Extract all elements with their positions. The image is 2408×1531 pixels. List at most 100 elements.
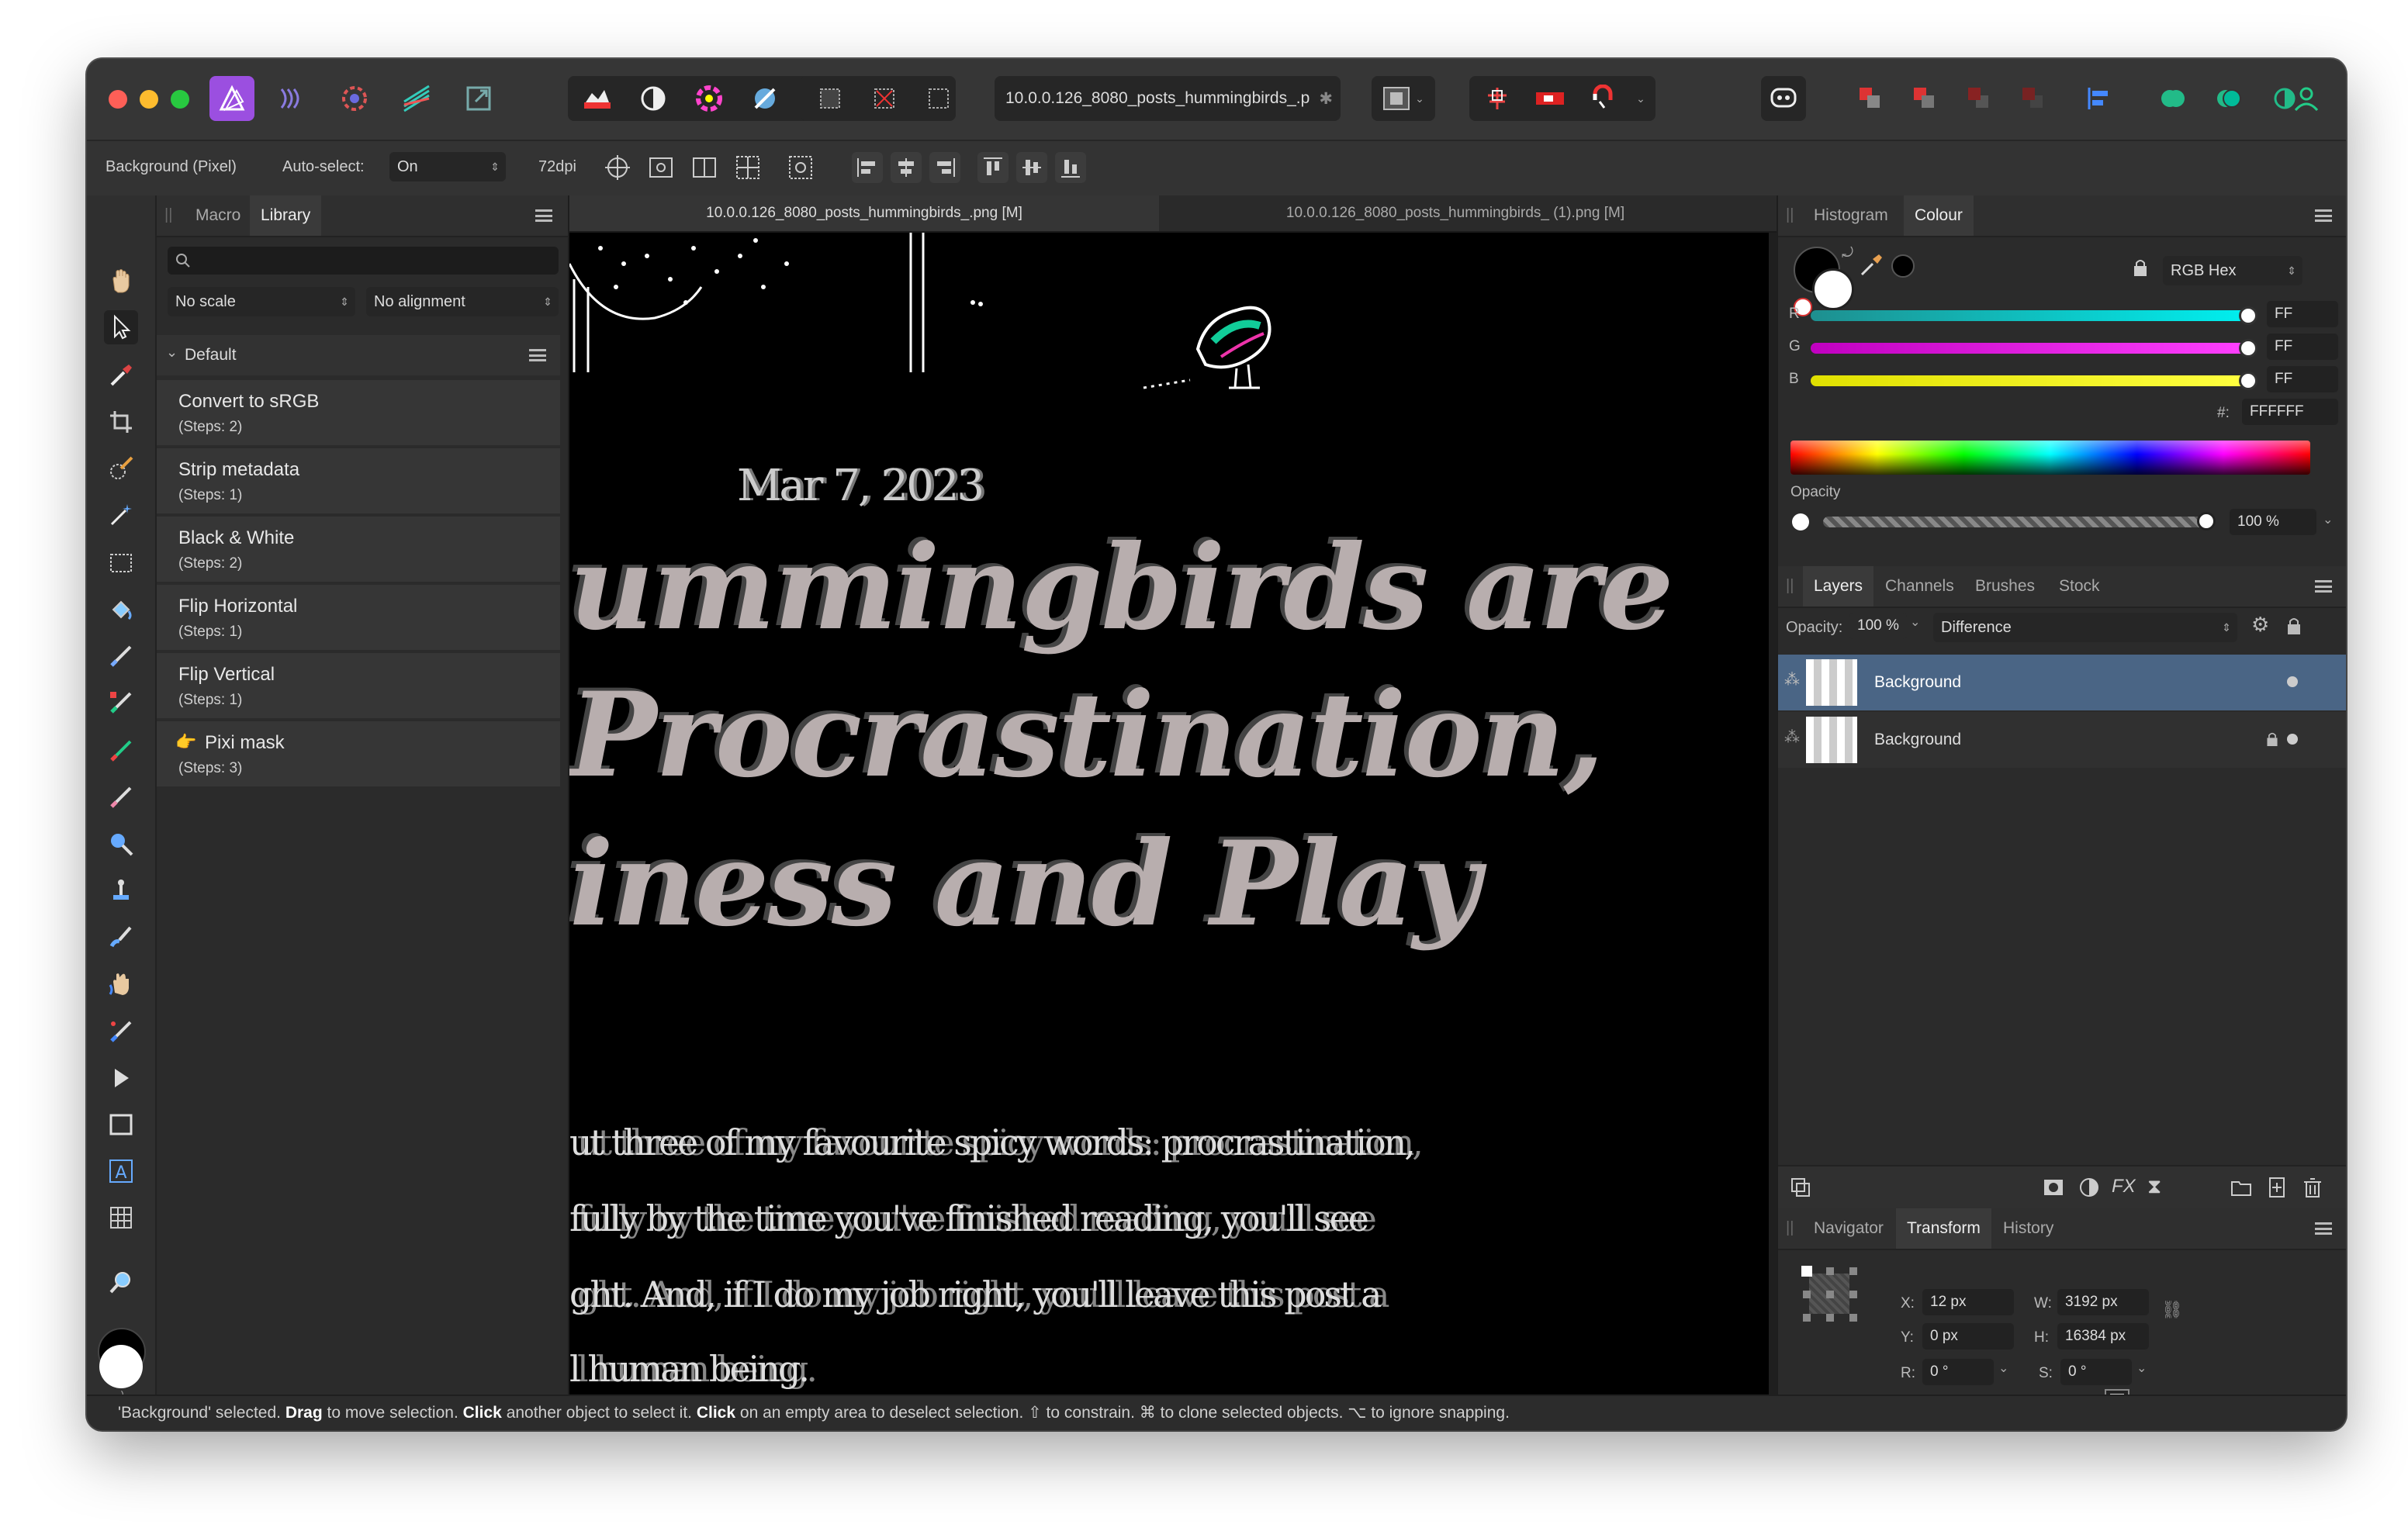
search-input[interactable] <box>168 247 559 275</box>
panel-menu-icon[interactable] <box>2315 580 2332 593</box>
panel-menu-icon[interactable] <box>535 209 552 222</box>
document-tab[interactable]: 10.0.0.126_8080_posts_hummingbirds_.png … <box>569 195 1159 231</box>
dodge-tool-icon[interactable] <box>104 827 138 861</box>
clone-brush-tool-icon[interactable] <box>104 873 138 907</box>
auto-select-dropdown[interactable]: On ⇕ <box>389 152 506 181</box>
anchor-selector[interactable] <box>1801 1266 1857 1322</box>
layer-visibility-dot[interactable] <box>2287 676 2298 687</box>
panel-menu-icon[interactable] <box>2315 209 2332 222</box>
assistant-button[interactable] <box>1761 76 1806 121</box>
anchor-bottom-left[interactable] <box>1803 1314 1811 1322</box>
show-bounding-box-icon[interactable] <box>645 152 676 183</box>
macro-group-header[interactable]: ⌄ Default <box>157 335 560 375</box>
document-canvas[interactable]: Mar 7, 2023 ummingbirds are Procrastinat… <box>569 233 1769 1394</box>
channel-g-slider[interactable] <box>1811 343 2250 354</box>
channel-b-slider[interactable] <box>1811 375 2250 386</box>
smudge-tool-icon[interactable] <box>104 966 138 1001</box>
colour-mode-dropdown[interactable]: RGB Hex ⇕ <box>2163 256 2302 285</box>
channel-b-value[interactable]: FF <box>2267 366 2338 392</box>
colour-swatch-secondary[interactable] <box>99 1345 143 1388</box>
align-right-icon[interactable] <box>929 152 960 183</box>
pixel-tool-icon[interactable] <box>104 686 138 720</box>
layer-grip-icon[interactable]: ⁂ <box>1784 727 1800 747</box>
magnet-icon[interactable] <box>1581 76 1624 121</box>
panel-menu-icon[interactable] <box>2315 1222 2332 1235</box>
tab-transform[interactable]: Transform <box>1896 1208 1991 1249</box>
alignment-dropdown[interactable]: No alignment ⇕ <box>366 287 559 316</box>
tab-library[interactable]: Library <box>250 195 322 236</box>
align-middle-icon[interactable] <box>1016 152 1047 183</box>
liquify-persona-icon[interactable] <box>270 76 315 121</box>
lock-icon[interactable] <box>2132 257 2149 278</box>
document-title-field[interactable]: 10.0.0.126_8080_posts_hummingbirds_.p ✱ <box>995 76 1341 121</box>
close-window-button[interactable] <box>109 90 127 109</box>
boolean-add-icon[interactable] <box>2150 76 2195 121</box>
tab-macro[interactable]: Macro <box>185 195 251 236</box>
boolean-subtract-icon[interactable] <box>2206 76 2251 121</box>
chevron-down-icon[interactable]: ⌄ <box>2323 512 2333 527</box>
h-field[interactable]: 16384 px <box>2057 1323 2149 1350</box>
dpi-label[interactable]: 72dpi <box>538 158 576 176</box>
snapping-icon[interactable] <box>1476 76 1519 121</box>
channel-g-thumb[interactable] <box>2239 339 2258 358</box>
layer-lock-icon[interactable] <box>2265 731 2279 748</box>
levels-icon[interactable] <box>574 76 621 121</box>
hex-value[interactable]: FFFFFF <box>2242 399 2338 425</box>
x-field[interactable]: 12 px <box>1922 1289 2014 1315</box>
link-dimensions-icon[interactable]: ⛓ <box>2161 1300 2183 1320</box>
layer-visibility-dot[interactable] <box>2287 734 2298 745</box>
grid-icon[interactable] <box>732 152 763 183</box>
deselect-icon[interactable] <box>867 76 901 121</box>
minimize-window-button[interactable] <box>140 90 158 109</box>
blend-mode-dropdown[interactable]: Difference ⇕ <box>1933 613 2237 642</box>
blur-brush-tool-icon[interactable] <box>104 920 138 954</box>
channel-r-thumb[interactable] <box>2239 306 2258 325</box>
crop-tool-icon[interactable] <box>104 405 138 439</box>
tab-histogram[interactable]: Histogram <box>1803 195 1899 236</box>
swap-fill-stroke-icon[interactable]: ⤾ <box>1842 245 1853 261</box>
chevron-down-icon[interactable]: ⌄ <box>1998 1360 2008 1376</box>
opacity-thumb[interactable] <box>2197 512 2216 530</box>
anchor-top-left[interactable] <box>1801 1266 1812 1277</box>
fx-icon[interactable]: FX <box>2112 1176 2136 1197</box>
snapping-options-chevron-icon[interactable]: ⌄ <box>1631 76 1651 121</box>
w-field[interactable]: 3192 px <box>2057 1289 2149 1315</box>
channel-b-thumb[interactable] <box>2239 372 2258 390</box>
move-tool-icon[interactable] <box>104 310 138 344</box>
export-persona-icon[interactable] <box>456 76 501 121</box>
colour-wheel-icon[interactable] <box>686 76 732 121</box>
macro-item[interactable]: Flip Horizontal (Steps: 1) <box>157 585 560 650</box>
panel-grip-icon[interactable]: || <box>164 206 172 224</box>
macro-item[interactable]: Black & White (Steps: 2) <box>157 517 560 582</box>
anchor-mid-right[interactable] <box>1849 1291 1857 1298</box>
group-menu-icon[interactable] <box>529 349 546 361</box>
layer-grip-icon[interactable]: ⁂ <box>1784 670 1800 689</box>
panel-grip-icon[interactable]: || <box>1786 1219 1794 1237</box>
gear-icon[interactable]: ⚙ <box>2251 613 2269 637</box>
align-top-icon[interactable] <box>977 152 1009 183</box>
flood-select-tool-icon[interactable] <box>104 498 138 532</box>
selection-bounds-icon[interactable] <box>785 152 816 183</box>
eyedropper-icon[interactable] <box>1859 251 1885 278</box>
macro-item[interactable]: Convert to sRGB (Steps: 2) <box>157 380 560 445</box>
transform-origin-icon[interactable] <box>602 152 633 183</box>
macro-item[interactable]: Flip Vertical (Steps: 1) <box>157 653 560 718</box>
marquee-tool-icon[interactable] <box>104 546 138 580</box>
trash-icon[interactable] <box>2301 1176 2324 1199</box>
move-forward-one-icon[interactable] <box>1956 76 2001 121</box>
develop-persona-icon[interactable] <box>332 76 377 121</box>
mesh-warp-tool-icon[interactable] <box>104 1201 138 1235</box>
layer-options-icon[interactable] <box>1789 1176 1812 1199</box>
profile-icon[interactable] <box>2284 76 2329 121</box>
move-to-front-icon[interactable] <box>2011 76 2056 121</box>
tab-colour[interactable]: Colour <box>1904 195 1974 236</box>
move-to-back-icon[interactable] <box>1848 76 1893 121</box>
anchor-mid-left[interactable] <box>1803 1291 1811 1298</box>
tab-layers[interactable]: Layers <box>1803 566 1874 607</box>
force-pixel-alignment-icon[interactable] <box>1528 76 1572 121</box>
panel-grip-icon[interactable]: || <box>1786 206 1794 224</box>
panel-grip-icon[interactable]: || <box>1786 577 1794 595</box>
opacity-value[interactable]: 100 % <box>2230 509 2316 535</box>
anchor-center[interactable] <box>1826 1291 1834 1298</box>
tab-brushes[interactable]: Brushes <box>1964 566 2046 607</box>
